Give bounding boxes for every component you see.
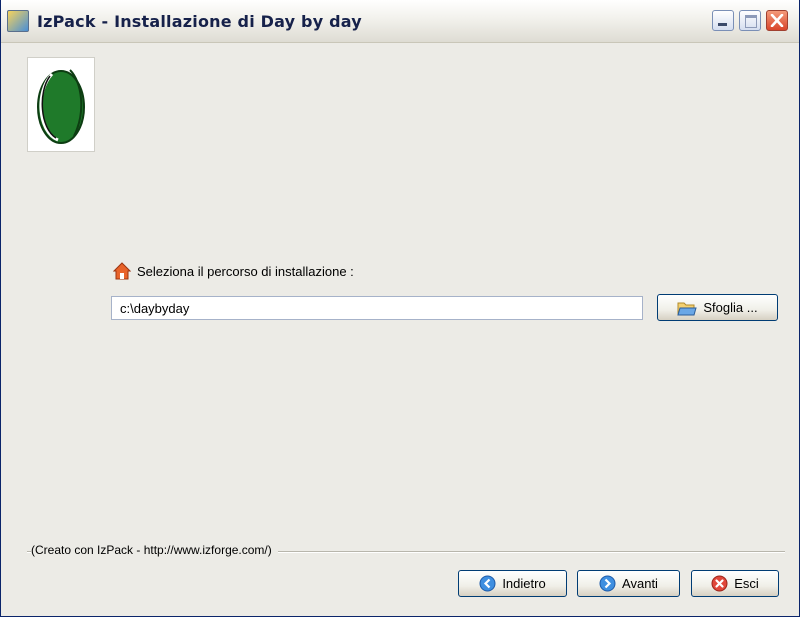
logo-icon <box>37 69 85 144</box>
back-button[interactable]: Indietro <box>458 570 567 597</box>
installer-window: IzPack - Installazione di Day by day Sel… <box>0 0 800 617</box>
install-path-label-row: Seleziona il percorso di installazione : <box>113 261 354 281</box>
window-title: IzPack - Installazione di Day by day <box>37 12 362 31</box>
quit-button[interactable]: Esci <box>691 570 779 597</box>
title-bar[interactable]: IzPack - Installazione di Day by day <box>1 0 799 43</box>
folder-open-icon <box>677 302 698 315</box>
next-button[interactable]: Avanti <box>577 570 680 597</box>
back-arrow-icon <box>479 575 496 592</box>
installer-icon <box>7 10 29 32</box>
next-label: Avanti <box>622 576 658 591</box>
forward-arrow-icon <box>599 575 616 592</box>
browse-button[interactable]: Sfoglia ... <box>657 294 778 321</box>
install-path-input[interactable] <box>111 296 643 320</box>
maximize-button[interactable] <box>739 10 761 31</box>
installer-panel: Seleziona il percorso di installazione :… <box>1 43 799 616</box>
browse-label: Sfoglia ... <box>703 300 758 315</box>
install-path-label: Seleziona il percorso di installazione : <box>137 263 354 279</box>
izpack-logo <box>27 57 95 152</box>
minimize-button[interactable] <box>712 10 734 31</box>
close-icon <box>770 14 784 27</box>
back-label: Indietro <box>502 576 546 591</box>
credit-row: (Creato con IzPack - http://www.izforge.… <box>27 543 785 559</box>
close-button[interactable] <box>766 10 788 31</box>
home-icon <box>113 262 131 280</box>
credit-text: (Creato con IzPack - http://www.izforge.… <box>31 543 278 557</box>
quit-label: Esci <box>734 576 759 591</box>
quit-x-icon <box>711 575 728 592</box>
